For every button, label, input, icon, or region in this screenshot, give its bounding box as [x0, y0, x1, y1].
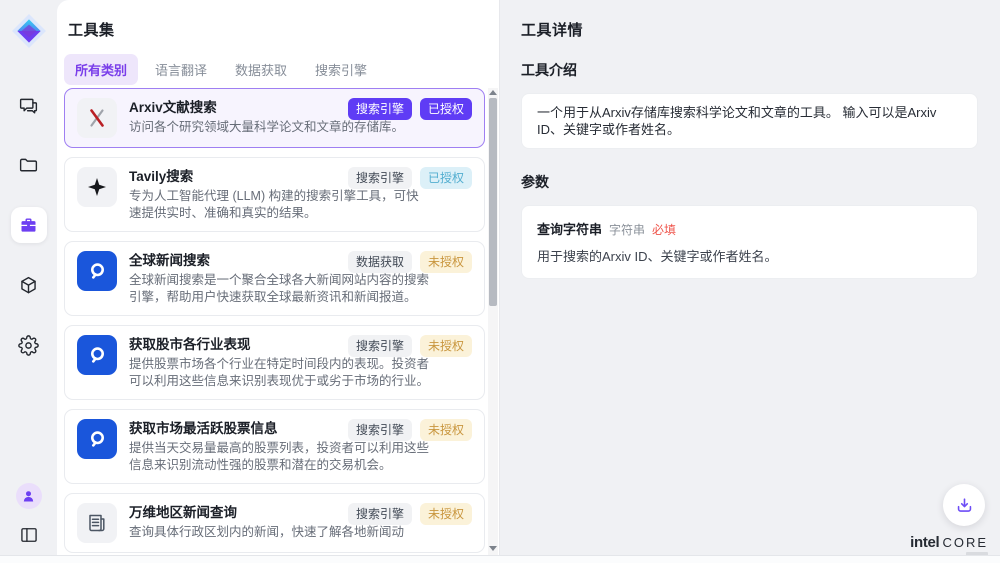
tool-card-tavily[interactable]: Tavily搜索 专为人工智能代理 (LLM) 构建的搜索引擎工具，可快速提供实… [64, 157, 485, 232]
tool-card-global-news[interactable]: 全球新闻搜索 全球新闻搜索是一个聚合全球各大新闻网站内容的搜索引擎，帮助用户快速… [64, 241, 485, 316]
tool-description: 访问各个研究领域大量科学论文和文章的存储库。 [129, 119, 429, 136]
four-point-star-icon [77, 167, 117, 207]
download-button[interactable] [943, 484, 985, 526]
page-title: 工具集 [57, 0, 499, 40]
blue-magnifier-icon [77, 335, 117, 375]
category-badge: 搜索引擎 [348, 98, 412, 120]
tab-language-translation[interactable]: 语言翻译 [144, 54, 218, 85]
sidebar-item-chat[interactable] [11, 87, 47, 123]
category-badge: 数据获取 [348, 251, 412, 273]
newspaper-icon [77, 503, 117, 543]
tool-description: 查询具体行政区划内的新闻，快速了解各地新闻动 [129, 524, 429, 541]
category-badge: 搜索引擎 [348, 419, 412, 441]
auth-status-badge: 未授权 [420, 419, 472, 441]
arxiv-x-logo-icon [77, 98, 117, 138]
category-tabs: 所有类别 语言翻译 数据获取 搜索引擎 [57, 40, 499, 85]
tool-description: 全球新闻搜索是一个聚合全球各大新闻网站内容的搜索引擎，帮助用户快速获取全球最新资… [129, 272, 429, 306]
gear-icon [18, 335, 39, 356]
tool-description: 提供当天交易量最高的股票列表，投资者可以利用这些信息来识别流动性强的股票和潜在的… [129, 440, 429, 474]
user-icon [21, 489, 36, 504]
cube-icon [18, 275, 39, 296]
auth-status-badge: 已授权 [420, 98, 472, 120]
blue-magnifier-icon [77, 251, 117, 291]
sidebar-item-files[interactable] [11, 147, 47, 183]
left-icon-rail [0, 0, 57, 563]
param-name: 查询字符串 [537, 219, 602, 238]
category-badge: 搜索引擎 [348, 503, 412, 525]
scrollbar-thumb[interactable] [489, 98, 497, 306]
toolbox-icon [18, 215, 39, 236]
sidebar-item-packages[interactable] [11, 267, 47, 303]
tool-description: 提供股票市场各个行业在特定时间段内的表现。投资者可以利用这些信息来识别表现优于或… [129, 356, 429, 390]
intel-wordmark: intel [910, 534, 939, 551]
category-badge: 搜索引擎 [348, 167, 412, 189]
tab-all-categories[interactable]: 所有类别 [64, 54, 138, 85]
folder-icon [18, 155, 39, 176]
collapse-panel-icon [19, 525, 39, 545]
parameter-card: 查询字符串 字符串 必填 用于搜索的Arxiv ID、关键字或作者姓名。 [521, 205, 978, 279]
auth-status-badge: 已授权 [420, 167, 472, 189]
tab-data-acquisition[interactable]: 数据获取 [224, 54, 298, 85]
user-avatar[interactable] [16, 483, 42, 509]
params-heading: 参数 [500, 172, 1000, 192]
tool-list-panel: 工具集 所有类别 语言翻译 数据获取 搜索引擎 Arxiv文献搜索 访问各个研究… [57, 0, 500, 563]
collapse-sidebar-button[interactable] [15, 521, 43, 549]
chat-icon [18, 95, 39, 116]
core-wordmark: CORE [942, 535, 988, 550]
sidebar-item-settings[interactable] [11, 327, 47, 363]
tool-detail-panel: 工具详情 工具介绍 一个用于从Arxiv存储库搜索科学论文和文章的工具。 输入可… [500, 0, 1000, 563]
scrollbar-up-arrow-icon[interactable] [489, 90, 497, 95]
detail-title: 工具详情 [500, 0, 1000, 40]
category-badge: 搜索引擎 [348, 335, 412, 357]
window-bottom-edge [0, 555, 1000, 563]
sidebar-item-tools[interactable] [11, 207, 47, 243]
intro-heading: 工具介绍 [500, 60, 1000, 80]
tool-card-list: Arxiv文献搜索 访问各个研究领域大量科学论文和文章的存储库。 搜索引擎 已授… [64, 88, 485, 563]
app-logo-diamond-icon[interactable] [11, 13, 47, 49]
auth-status-badge: 未授权 [420, 251, 472, 273]
param-required-flag: 必填 [652, 221, 676, 238]
tab-search-engine[interactable]: 搜索引擎 [304, 54, 378, 85]
download-tray-icon [955, 496, 974, 515]
blue-magnifier-icon [77, 419, 117, 459]
tool-description: 专为人工智能代理 (LLM) 构建的搜索引擎工具，可快速提供实时、准确和真实的结… [129, 188, 429, 222]
tool-card-sector-performance[interactable]: 获取股市各行业表现 提供股票市场各个行业在特定时间段内的表现。投资者可以利用这些… [64, 325, 485, 400]
tool-card-regional-news[interactable]: 万维地区新闻查询 查询具体行政区划内的新闻，快速了解各地新闻动 搜索引擎 未授权 [64, 493, 485, 553]
param-type: 字符串 [609, 221, 645, 238]
list-scrollbar[interactable] [488, 88, 498, 563]
scrollbar-down-arrow-icon[interactable] [489, 546, 497, 551]
param-description: 用于搜索的Arxiv ID、关键字或作者姓名。 [537, 246, 962, 265]
auth-status-badge: 未授权 [420, 503, 472, 525]
intro-card: 一个用于从Arxiv存储库搜索科学论文和文章的工具。 输入可以是Arxiv ID… [521, 93, 978, 149]
intel-core-logo: intel CORE [910, 534, 988, 551]
auth-status-badge: 未授权 [420, 335, 472, 357]
tool-card-active-stocks[interactable]: 获取市场最活跃股票信息 提供当天交易量最高的股票列表，投资者可以利用这些信息来识… [64, 409, 485, 484]
tool-card-arxiv[interactable]: Arxiv文献搜索 访问各个研究领域大量科学论文和文章的存储库。 搜索引擎 已授… [64, 88, 485, 148]
